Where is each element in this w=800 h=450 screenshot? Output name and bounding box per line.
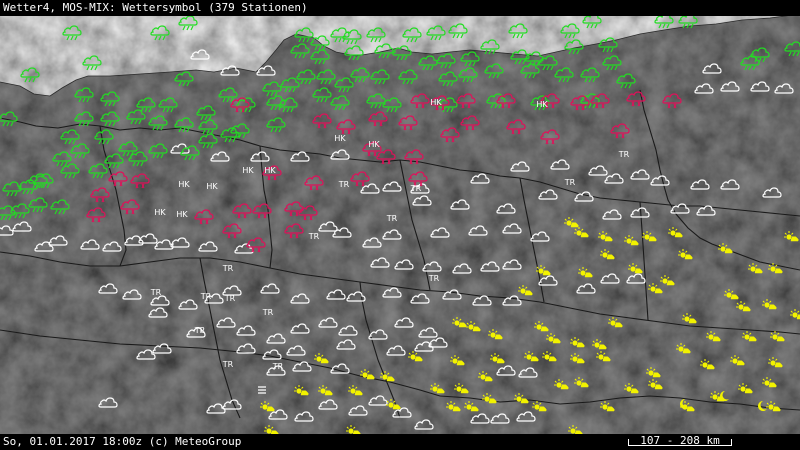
- tr-label: TR: [224, 294, 236, 303]
- hk-label: HK: [430, 98, 442, 107]
- title-bar: Wetter4, MOS-MIX: Wettersymbol (379 Stat…: [0, 0, 800, 16]
- tr-label: TR: [386, 214, 398, 223]
- hk-label: HK: [368, 140, 380, 149]
- hk-label: HK: [154, 208, 166, 217]
- tr-label: TR: [262, 308, 274, 317]
- tr-label: TR: [150, 288, 162, 297]
- tr-label: TR: [222, 264, 234, 273]
- hk-label: HK: [536, 100, 548, 109]
- hk-label: HK: [206, 182, 218, 191]
- weather-map: HK HK HK HK HK HK HK HK HK HK TR TR TR TR TR TR TR TR TR TR…: [0, 16, 800, 434]
- hk-label: HK: [264, 166, 276, 175]
- footer-bar: So, 01.01.2017 18:00z (c) MeteoGroup 107…: [0, 434, 800, 450]
- hk-label: HK: [334, 134, 346, 143]
- tr-label: TR: [564, 178, 576, 187]
- hk-label: HK: [242, 166, 254, 175]
- tr-label: TR: [194, 326, 206, 335]
- hk-label: HK: [178, 180, 190, 189]
- map-window: Wetter4, MOS-MIX: Wettersymbol (379 Stat…: [0, 0, 800, 450]
- tr-label: TR: [200, 292, 212, 301]
- tr-label: TR: [272, 362, 284, 371]
- tr-label: TR: [308, 232, 320, 241]
- tr-label: TR: [618, 150, 630, 159]
- scale-bar: 107 - 208 km: [628, 434, 732, 450]
- footer-text: So, 01.01.2017 18:00z (c) MeteoGroup: [3, 435, 242, 448]
- tr-label: TR: [428, 274, 440, 283]
- scale-label: 107 - 208 km: [640, 434, 720, 447]
- map-title: Wetter4, MOS-MIX: Wettersymbol (379 Stat…: [3, 1, 308, 14]
- hk-label: HK: [176, 210, 188, 219]
- tr-label: TR: [410, 184, 422, 193]
- tr-label: TR: [222, 360, 234, 369]
- tr-label: TR: [338, 180, 350, 189]
